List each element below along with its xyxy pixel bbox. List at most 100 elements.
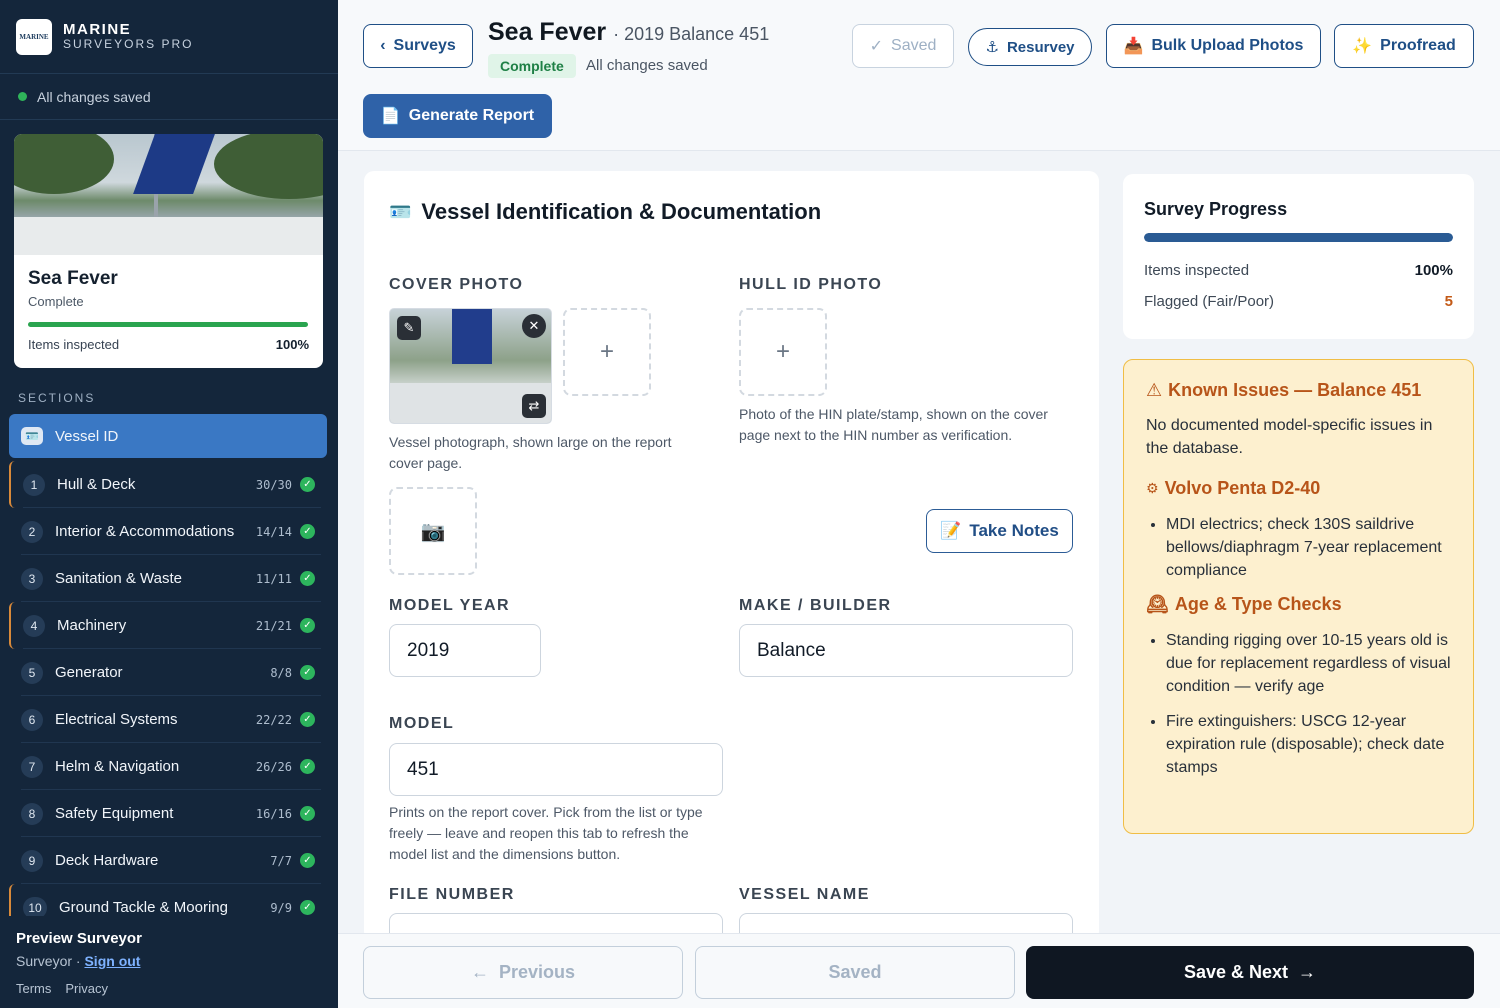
cover-photo-thumbnail[interactable]: ✎ ✕ ⇄: [389, 308, 552, 424]
section-number: 5: [21, 661, 43, 684]
section-number: 7: [21, 755, 43, 778]
upload-tray-icon: 📥: [1123, 38, 1144, 55]
section-number: 9: [21, 849, 43, 872]
known-issues-title: ⚠ Known Issues — Balance 451: [1146, 380, 1422, 400]
saved-button[interactable]: ✓ Saved: [852, 24, 954, 68]
hull-id-photo-label: HULL ID PHOTO: [739, 276, 883, 293]
cover-photo-help: Vessel photograph, shown large on the re…: [389, 434, 672, 471]
sidebar-item[interactable]: 2 Interior & Accommodations 14/14 ✓: [9, 508, 327, 555]
items-inspected-row: Items inspected 100%: [1144, 262, 1453, 279]
document-icon: 📄: [380, 108, 401, 125]
engine-title: ⚙ Volvo Penta D2-40: [1146, 478, 1321, 498]
section-title: 🪪 Vessel Identification & Documentation: [389, 199, 822, 224]
autosave-text: All changes saved: [586, 57, 708, 74]
sidebar-item[interactable]: 1 Hull & Deck 30/30 ✓: [9, 461, 327, 508]
model-field[interactable]: 451: [389, 743, 723, 796]
age-checks-list: Standing rigging over 10-15 years old is…: [1146, 629, 1451, 779]
vessel-id-form: 🪪 Vessel Identification & Documentation C…: [364, 171, 1099, 941]
add-hull-id-photo-button[interactable]: +: [739, 308, 827, 396]
warning-icon: ⚠: [1146, 380, 1163, 400]
page-subtitle: · 2019 Balance 451: [613, 24, 770, 44]
sidebar-item-label: Ground Tackle & Mooring: [59, 899, 228, 916]
proofread-button[interactable]: ✨ Proofread: [1334, 24, 1474, 68]
edit-pencil-icon[interactable]: ✎: [397, 316, 421, 340]
issue-item: Fire extinguishers: USCG 12-year expirat…: [1166, 710, 1451, 779]
issue-item: MDI electrics; check 130S saildrive bell…: [1166, 513, 1451, 582]
model-label: MODEL: [389, 715, 455, 732]
arrow-left-icon: ←: [470, 962, 489, 982]
sidebar-item-vessel-id[interactable]: 🪪 Vessel ID: [9, 414, 327, 458]
check-circle-icon: ✓: [300, 900, 315, 915]
sections-heading: SECTIONS: [18, 391, 96, 405]
section-number: 3: [21, 567, 43, 590]
status-badge: Complete: [488, 54, 576, 78]
privacy-link[interactable]: Privacy: [65, 981, 108, 996]
sidebar-item-label: Machinery: [57, 617, 127, 634]
section-count: 30/30: [255, 477, 292, 492]
make-builder-field[interactable]: Balance: [739, 624, 1073, 677]
camera-capture-button[interactable]: 📷: [389, 487, 477, 575]
sign-out-link[interactable]: Sign out: [84, 953, 140, 969]
survey-progress-card: Survey Progress Items inspected 100% Flag…: [1123, 174, 1474, 339]
sidebar-item-label: Hull & Deck: [57, 476, 136, 493]
check-circle-icon: ✓: [300, 477, 315, 492]
terms-link[interactable]: Terms: [16, 981, 51, 996]
check-circle-icon: ✓: [300, 806, 315, 821]
check-icon: ✓: [869, 38, 884, 55]
sidebar-item[interactable]: 8 Safety Equipment 16/16 ✓: [9, 790, 327, 837]
make-builder-label: MAKE / BUILDER: [739, 597, 892, 614]
model-year-label: MODEL YEAR: [389, 597, 511, 614]
take-notes-button[interactable]: 📝 Take Notes: [926, 509, 1073, 553]
add-cover-photo-button[interactable]: +: [563, 308, 651, 396]
vessel-card[interactable]: Sea Fever Complete Items inspected 100%: [14, 134, 323, 368]
anchor-icon: ⚓: [985, 39, 999, 56]
status-dot-icon: [18, 92, 27, 101]
resurvey-button[interactable]: ⚓ Resurvey: [968, 28, 1092, 66]
page-title: Sea Fever · 2019 Balance 451: [488, 18, 770, 46]
check-circle-icon: ✓: [300, 853, 315, 868]
clock-icon: 🕰: [1146, 594, 1169, 614]
cover-photo-label: COVER PHOTO: [389, 276, 524, 293]
section-number: 8: [21, 802, 43, 825]
back-to-surveys-button[interactable]: ‹ Surveys: [363, 24, 473, 68]
brand-tagline: SURVEYORS PRO: [63, 37, 194, 51]
sidebar-item[interactable]: 9 Deck Hardware 7/7 ✓: [9, 837, 327, 884]
sidebar: MARINE MARINE SURVEYORS PRO All changes …: [0, 0, 338, 1008]
model-year-field[interactable]: 2019: [389, 624, 541, 677]
model-help: Prints on the report cover. Pick from th…: [389, 804, 703, 862]
swap-photo-icon[interactable]: ⇄: [522, 394, 546, 418]
engine-checks-list: MDI electrics; check 130S saildrive bell…: [1146, 513, 1451, 582]
sidebar-item-label: Electrical Systems: [55, 711, 178, 728]
sidebar-item-label: Deck Hardware: [55, 852, 159, 869]
section-number: 4: [23, 614, 45, 637]
chevron-left-icon: ‹: [380, 37, 386, 54]
sidebar-item[interactable]: 3 Sanitation & Waste 11/11 ✓: [9, 555, 327, 602]
brand-name: MARINE: [63, 21, 132, 38]
previous-button[interactable]: ← Previous: [363, 946, 683, 999]
file-number-label: FILE NUMBER: [389, 886, 515, 903]
bulk-upload-photos-button[interactable]: 📥 Bulk Upload Photos: [1106, 24, 1321, 68]
survey-progress-bar: [1144, 233, 1453, 242]
sidebar-item[interactable]: 6 Electrical Systems 22/22 ✓: [9, 696, 327, 743]
saved-footer-button[interactable]: Saved: [695, 946, 1015, 999]
generate-report-button[interactable]: 📄 Generate Report: [363, 94, 552, 138]
section-number: 2: [21, 520, 43, 543]
vessel-status: Complete: [28, 294, 84, 309]
brand[interactable]: MARINE MARINE SURVEYORS PRO: [0, 0, 338, 74]
remove-photo-icon[interactable]: ✕: [522, 314, 546, 338]
section-count: 9/9: [270, 900, 292, 915]
sidebar-item[interactable]: 7 Helm & Navigation 26/26 ✓: [9, 743, 327, 790]
section-number: 1: [23, 473, 45, 496]
vessel-name-label: VESSEL NAME: [739, 886, 870, 903]
issue-item: Standing rigging over 10-15 years old is…: [1166, 629, 1451, 698]
check-circle-icon: ✓: [300, 665, 315, 680]
sparkles-icon: ✨: [1352, 38, 1373, 55]
footer-bar: ← Previous Saved Save & Next →: [338, 933, 1500, 1008]
user-panel: Preview Surveyor Surveyor · Sign out Ter…: [0, 916, 338, 1008]
sidebar-item[interactable]: 4 Machinery 21/21 ✓: [9, 602, 327, 649]
vessel-photo: [14, 134, 323, 255]
user-name: Preview Surveyor: [16, 930, 142, 947]
user-role: Surveyor · Sign out: [16, 953, 141, 969]
sidebar-item[interactable]: 5 Generator 8/8 ✓: [9, 649, 327, 696]
save-next-button[interactable]: Save & Next →: [1026, 946, 1474, 999]
